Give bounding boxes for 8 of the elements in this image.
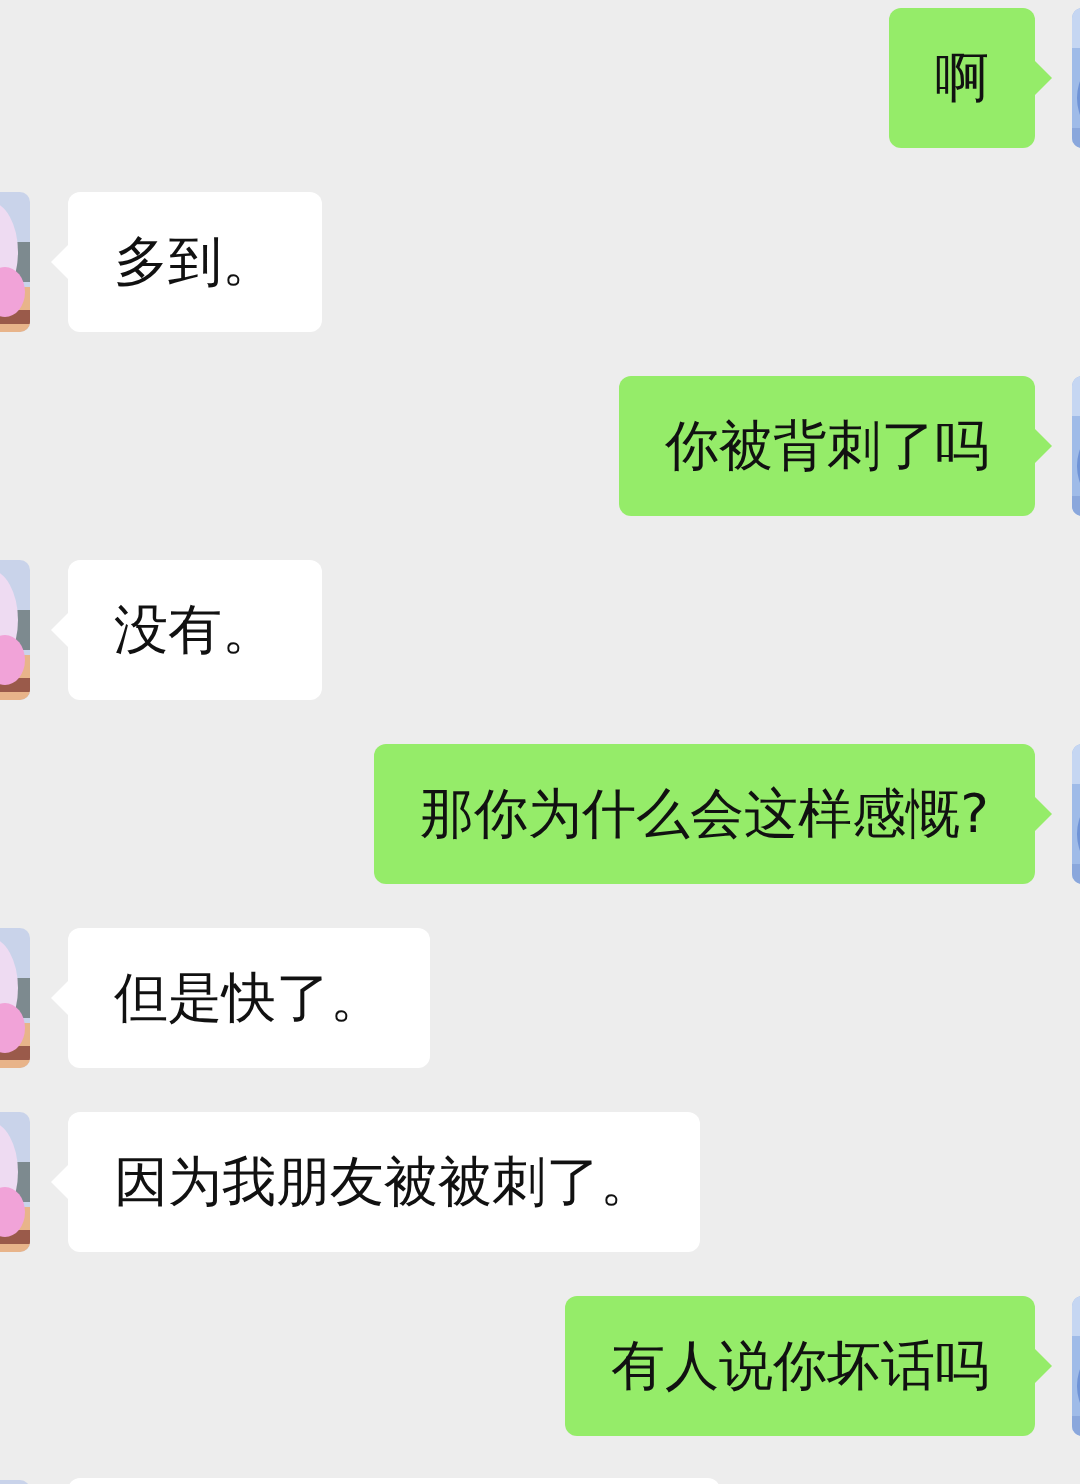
message-text: 但是快了。 bbox=[114, 965, 384, 1031]
message-text: 多到。 bbox=[114, 229, 276, 295]
message-text: 啊 bbox=[935, 45, 989, 111]
message-text: 有人说你坏话吗 bbox=[611, 1333, 989, 1399]
message-text: 没有。 bbox=[114, 597, 276, 663]
message-text: 你被背刺了吗 bbox=[665, 413, 989, 479]
message-text: 因为我朋友被被刺了。 bbox=[114, 1149, 654, 1215]
message-text: 那你为什么会这样感慨? bbox=[420, 781, 989, 847]
